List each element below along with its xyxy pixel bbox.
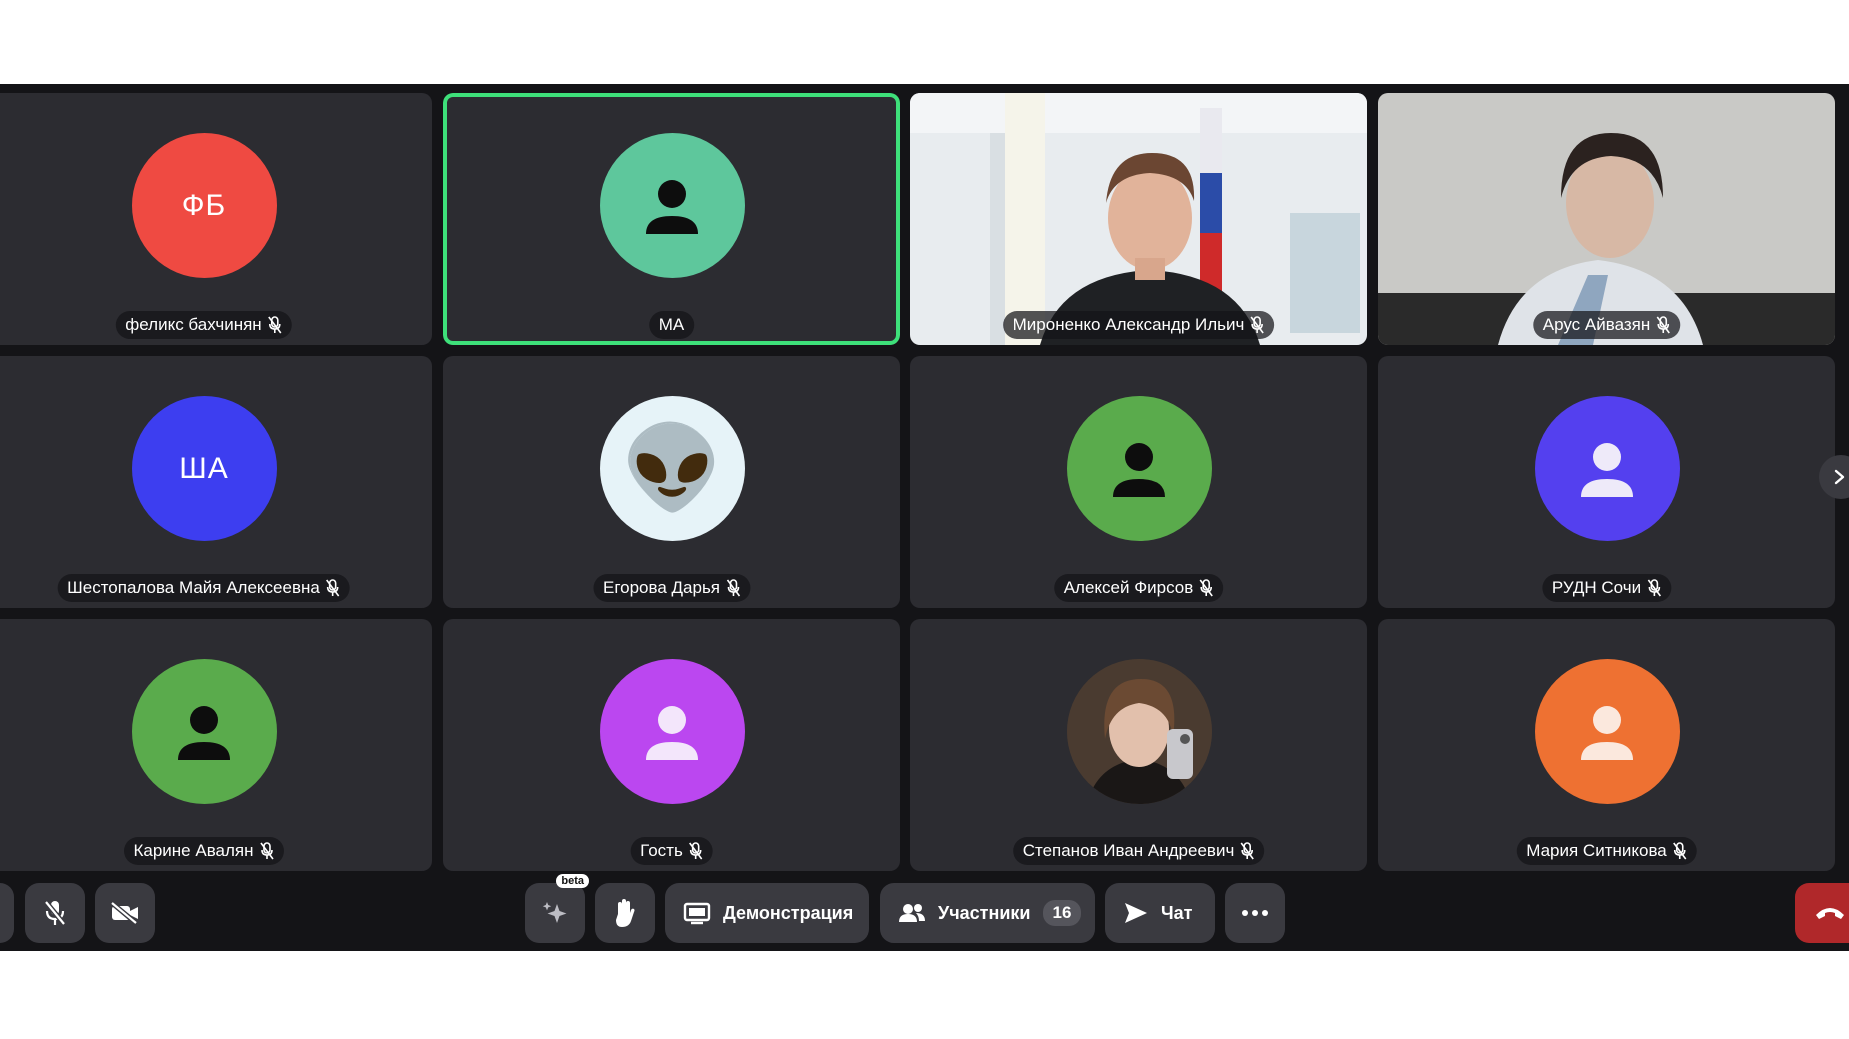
- mic-off-icon: [1647, 579, 1661, 597]
- person-icon: [1113, 442, 1165, 497]
- participants-icon: [899, 904, 925, 922]
- person-icon: [646, 179, 698, 234]
- more-dots-icon: [1242, 910, 1268, 916]
- nameplate: Гость: [630, 837, 713, 865]
- alien-emoji-avatar: 👽: [620, 422, 724, 514]
- chevron-right-icon: [1834, 469, 1845, 485]
- participant-name: Шестопалова Майя Алексеевна: [67, 578, 320, 597]
- beta-badge: beta: [556, 874, 589, 888]
- mic-off-icon: [1240, 842, 1254, 860]
- mic-off-icon: [726, 579, 740, 597]
- mic-off-icon: [259, 842, 274, 860]
- profile-photo: [1066, 659, 1212, 804]
- participant-tile-active[interactable]: МА: [443, 93, 900, 345]
- participant-tile[interactable]: ФБ феликс бахчинян: [0, 93, 432, 345]
- video-conference-stage: ФБ феликс бахчинян МА Мироненко Александ…: [0, 84, 1849, 951]
- mic-off-icon: [326, 579, 340, 597]
- nameplate: Карине Авалян: [123, 837, 284, 865]
- participant-name: Мироненко Александр Ильич: [1012, 315, 1245, 334]
- participant-tile-video[interactable]: Мироненко Александр Ильич: [910, 93, 1367, 345]
- nameplate: МА: [648, 311, 695, 339]
- more-options-button[interactable]: [1225, 883, 1285, 943]
- participant-name: РУДН Сочи: [1551, 578, 1642, 597]
- person-icon: [178, 705, 230, 760]
- mic-off-icon: [268, 316, 282, 334]
- screen-share-label: Демонстрация: [723, 902, 854, 923]
- participant-tile[interactable]: 👽 Егорова Дарья: [443, 356, 900, 608]
- avatar: ША: [131, 396, 277, 541]
- microphone-toggle-button[interactable]: [25, 883, 85, 943]
- video-feed: [910, 93, 1367, 345]
- nameplate: Мироненко Александр Ильич: [1002, 311, 1275, 339]
- participants-count-badge: 16: [1042, 900, 1082, 926]
- mic-off-icon: [1199, 579, 1213, 597]
- mic-off-icon: [689, 842, 703, 860]
- avatar: [599, 133, 745, 278]
- avatar: ФБ: [131, 133, 277, 278]
- participant-name: Карине Авалян: [133, 841, 254, 860]
- participant-tile[interactable]: Степанов Иван Андреевич: [910, 619, 1367, 871]
- mic-off-icon: [1656, 316, 1670, 334]
- camera-toggle-button[interactable]: [95, 883, 155, 943]
- mic-off-icon: [44, 900, 66, 926]
- hang-up-icon: [1816, 908, 1844, 919]
- avatar: [1534, 659, 1680, 804]
- chat-label: Чат: [1161, 902, 1193, 923]
- send-icon: [1125, 903, 1147, 923]
- person-icon: [1581, 705, 1633, 760]
- participant-tile[interactable]: Мария Ситникова: [1378, 619, 1835, 871]
- avatar: [131, 659, 277, 804]
- avatar: [1534, 396, 1680, 541]
- photo-avatar: [1066, 659, 1212, 804]
- avatar: [1066, 396, 1212, 541]
- participant-name: Степанов Иван Андреевич: [1022, 841, 1235, 860]
- toolbar-partial-button[interactable]: [0, 883, 14, 943]
- participant-tile[interactable]: Алексей Фирсов: [910, 356, 1367, 608]
- nameplate: феликс бахчинян: [115, 311, 292, 339]
- leave-call-button[interactable]: [1795, 883, 1849, 943]
- avatar-initials: ША: [179, 451, 229, 485]
- participant-tile[interactable]: Гость: [443, 619, 900, 871]
- avatar-initials: ФБ: [181, 188, 227, 222]
- nameplate: Мария Ситникова: [1516, 837, 1697, 865]
- nameplate: Арус Айвазян: [1532, 311, 1681, 339]
- participant-tile[interactable]: Карине Авалян: [0, 619, 432, 871]
- participant-name: Алексей Фирсов: [1063, 578, 1194, 597]
- participant-name: Егорова Дарья: [602, 578, 721, 597]
- raise-hand-icon: [616, 899, 635, 927]
- participant-tile[interactable]: РУДН Сочи: [1378, 356, 1835, 608]
- nameplate: Степанов Иван Андреевич: [1012, 837, 1265, 865]
- raise-hand-button[interactable]: [595, 883, 655, 943]
- participant-name: феликс бахчинян: [125, 315, 262, 334]
- screen-share-icon: [683, 902, 711, 925]
- nameplate: Егорова Дарья: [592, 574, 751, 602]
- chat-button[interactable]: Чат: [1105, 883, 1215, 943]
- participant-name: МА: [658, 315, 685, 334]
- person-icon: [646, 705, 698, 760]
- avatar: 👽: [599, 396, 745, 541]
- mic-off-icon: [1250, 316, 1265, 334]
- nameplate: Алексей Фирсов: [1053, 574, 1224, 602]
- nameplate: РУДН Сочи: [1541, 574, 1672, 602]
- participant-tile-video[interactable]: Арус Айвазян: [1378, 93, 1835, 345]
- person-icon: [1581, 442, 1633, 497]
- avatar: [599, 659, 745, 804]
- screen-share-button[interactable]: Демонстрация: [665, 883, 869, 943]
- participants-button[interactable]: Участники 16: [880, 883, 1095, 943]
- camera-off-icon: [110, 901, 138, 925]
- participant-tile[interactable]: ША Шестопалова Майя Алексеевна: [0, 356, 432, 608]
- video-feed: [1378, 93, 1835, 345]
- sparkles-icon: [542, 902, 567, 923]
- participant-name: Гость: [640, 841, 683, 860]
- nameplate: Шестопалова Майя Алексеевна: [57, 574, 350, 602]
- ai-assistant-button[interactable]: beta: [525, 874, 589, 943]
- participant-name: Арус Айвазян: [1542, 315, 1651, 334]
- participant-name: Мария Ситникова: [1526, 841, 1667, 860]
- participants-label: Участники: [938, 902, 1031, 923]
- mic-off-icon: [1673, 842, 1687, 860]
